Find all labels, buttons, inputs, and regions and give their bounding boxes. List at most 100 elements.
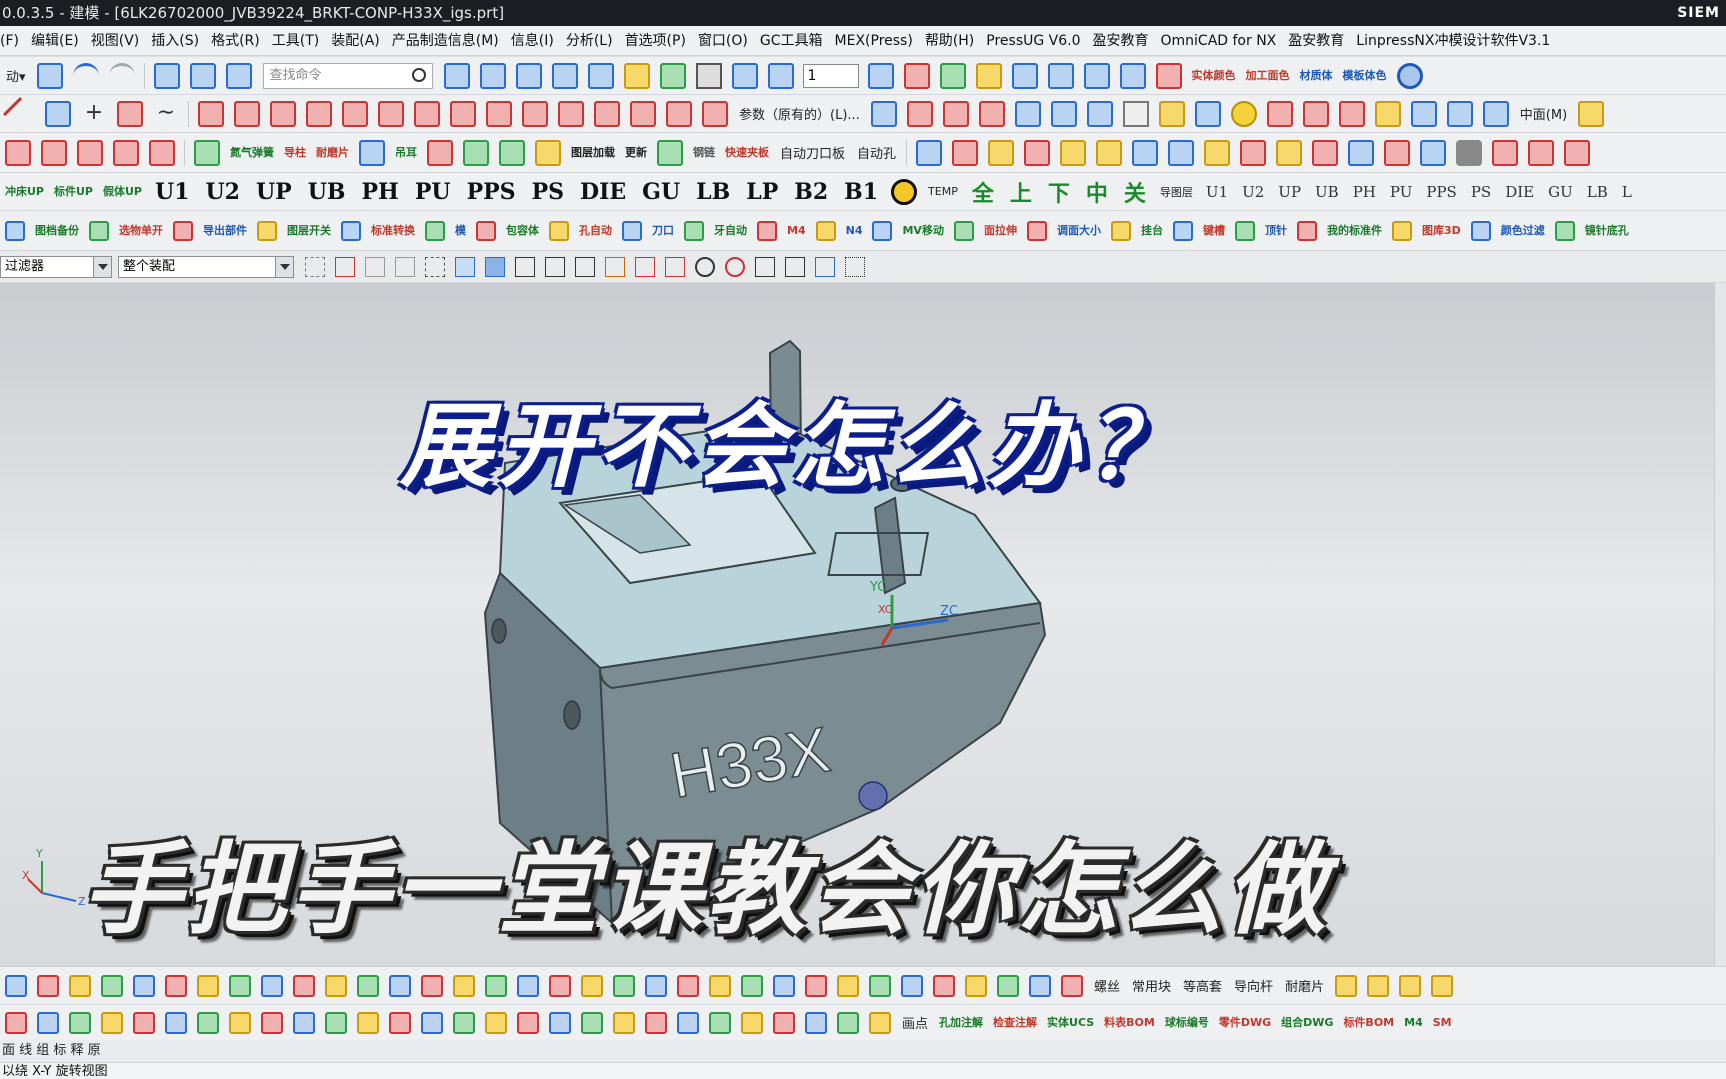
- utility-icon-11[interactable]: [815, 220, 836, 241]
- blend-icon[interactable]: [1374, 100, 1401, 127]
- component-10-icon[interactable]: [1240, 139, 1267, 166]
- snap-view-icon[interactable]: [767, 62, 794, 89]
- install-icon[interactable]: [427, 139, 453, 166]
- component-2-icon[interactable]: [952, 139, 979, 166]
- plate-code-move-pps-button[interactable]: PPS: [1426, 183, 1456, 201]
- menu-item-2[interactable]: 视图(V): [91, 33, 140, 49]
- utility-icon-5[interactable]: [425, 220, 445, 241]
- die-tool-2-icon[interactable]: [41, 139, 67, 166]
- auto-cutting-plate-text[interactable]: 自动刀口板: [780, 143, 845, 162]
- snap-quadrant-icon[interactable]: [725, 256, 745, 277]
- component-5-icon[interactable]: [1060, 139, 1087, 166]
- annotation-icon-2[interactable]: [69, 1011, 91, 1034]
- middle-button[interactable]: 中: [1086, 176, 1108, 208]
- drafting-text-1[interactable]: 常用块: [1132, 976, 1171, 995]
- plate-code-lb-button[interactable]: LB: [696, 179, 730, 205]
- calculator-icon[interactable]: [194, 139, 220, 166]
- nitrogen-spring-button[interactable]: 氮气弹簧: [230, 146, 274, 159]
- layer-load-button[interactable]: 图层加载: [571, 146, 615, 159]
- component-13-icon[interactable]: [1348, 139, 1375, 166]
- snap-endpoint-icon[interactable]: [515, 256, 535, 277]
- snap-curve-icon[interactable]: [605, 256, 625, 277]
- work-layer-field[interactable]: 1: [802, 63, 859, 88]
- component-8-icon[interactable]: [1168, 139, 1195, 166]
- menu-item-4[interactable]: 格式(R): [211, 33, 260, 49]
- annotation-icon-7[interactable]: [229, 1011, 251, 1034]
- surface-icon[interactable]: [906, 100, 933, 127]
- copy-icon[interactable]: [189, 62, 216, 89]
- menu-item-17[interactable]: OmniCAD for NX: [1161, 33, 1277, 49]
- paste-icon[interactable]: [225, 62, 252, 89]
- component-3-icon[interactable]: [988, 139, 1015, 166]
- utility-button-5[interactable]: 模: [455, 224, 466, 237]
- machining-color-button[interactable]: 加工面色: [1246, 69, 1290, 82]
- drafting-icon-29[interactable]: [933, 974, 955, 997]
- drafting-text-2[interactable]: 等高套: [1183, 976, 1222, 995]
- utility-icon-8[interactable]: [622, 220, 642, 241]
- select-all-icon[interactable]: [305, 256, 325, 277]
- annotation-icon-11[interactable]: [357, 1011, 379, 1034]
- drafting-icon-7[interactable]: [229, 974, 251, 997]
- plate-code-move-up-button[interactable]: UP: [1278, 183, 1301, 201]
- drafting-icon-16[interactable]: [517, 974, 539, 997]
- plate-code-move-u2-button[interactable]: U2: [1242, 183, 1264, 201]
- select-solid-icon[interactable]: [455, 256, 475, 277]
- plate-code-ph-button[interactable]: PH: [362, 179, 399, 205]
- blank-icon[interactable]: [1122, 100, 1149, 127]
- hexagon-icon[interactable]: [1456, 139, 1483, 166]
- plate-code-ub-button[interactable]: UB: [308, 179, 346, 205]
- menu-item-1[interactable]: 编辑(E): [31, 33, 79, 49]
- component-4-icon[interactable]: [1024, 139, 1051, 166]
- snap-intersect-icon[interactable]: [665, 256, 685, 277]
- annotation-icon-22[interactable]: [709, 1011, 731, 1034]
- utility-button-11[interactable]: N4: [846, 224, 863, 237]
- annotation-icon-13[interactable]: [421, 1011, 443, 1034]
- offset-curve-icon[interactable]: [270, 100, 296, 127]
- component-12-icon[interactable]: [1312, 139, 1339, 166]
- plate-code-ps-button[interactable]: PS: [532, 179, 564, 205]
- annotation-icon-25[interactable]: [805, 1011, 827, 1034]
- cube-view-icon[interactable]: [587, 62, 614, 89]
- annotation-icon-15[interactable]: [485, 1011, 507, 1034]
- offset-face-icon[interactable]: [1410, 100, 1437, 127]
- trim-curve-icon[interactable]: [486, 100, 512, 127]
- plate-code-move-ph-button[interactable]: PH: [1353, 183, 1376, 201]
- annotation-icon-26[interactable]: [837, 1011, 859, 1034]
- utility-icon-14[interactable]: [1026, 220, 1047, 241]
- annotation-button-5[interactable]: 零件DWG: [1219, 1016, 1271, 1029]
- close-button[interactable]: 关: [1124, 176, 1146, 208]
- thicken-icon[interactable]: [1446, 100, 1473, 127]
- component-9-icon[interactable]: [1204, 139, 1231, 166]
- annotation-icon-0[interactable]: [5, 1011, 27, 1034]
- drafting-icon-30[interactable]: [965, 974, 987, 997]
- drafting-icon-33[interactable]: [1061, 974, 1083, 997]
- save-icon[interactable]: [36, 62, 63, 89]
- search-icon[interactable]: [411, 67, 426, 82]
- mirror-curve-icon[interactable]: [450, 100, 476, 127]
- delete-face-icon[interactable]: [1338, 100, 1365, 127]
- fastener-icon[interactable]: [657, 139, 683, 166]
- annotation-icon-10[interactable]: [325, 1011, 347, 1034]
- drafting-icon-18[interactable]: [581, 974, 603, 997]
- press-up-button[interactable]: 冲床UP: [5, 185, 44, 198]
- pencil-icon[interactable]: [1578, 100, 1605, 127]
- selection-icon[interactable]: [1083, 62, 1110, 89]
- plate-code-u1-button[interactable]: U1: [155, 179, 190, 205]
- utility-icon-21[interactable]: [1554, 220, 1575, 241]
- annotation-icon-24[interactable]: [773, 1011, 795, 1034]
- analysis-icon[interactable]: [1011, 62, 1038, 89]
- mesh-icon[interactable]: [870, 100, 897, 127]
- die-tool-1-icon[interactable]: [5, 139, 31, 166]
- template-color-button[interactable]: 模板体色: [1343, 69, 1387, 82]
- component-14-icon[interactable]: [1384, 139, 1411, 166]
- wear-plate-button[interactable]: 耐磨片: [316, 146, 349, 159]
- point-icon[interactable]: [1047, 62, 1074, 89]
- menu-item-11[interactable]: 窗口(O): [698, 33, 748, 49]
- select-face-icon[interactable]: [395, 256, 415, 277]
- snap-center-icon[interactable]: [695, 256, 715, 277]
- drafting-icon-1[interactable]: [37, 974, 59, 997]
- quick-clamp-button[interactable]: 快速夹板: [725, 146, 769, 159]
- plate-code-move-die-button[interactable]: DIE: [1505, 183, 1534, 201]
- grid-view-icon[interactable]: [479, 62, 506, 89]
- annotation-icon-6[interactable]: [197, 1011, 219, 1034]
